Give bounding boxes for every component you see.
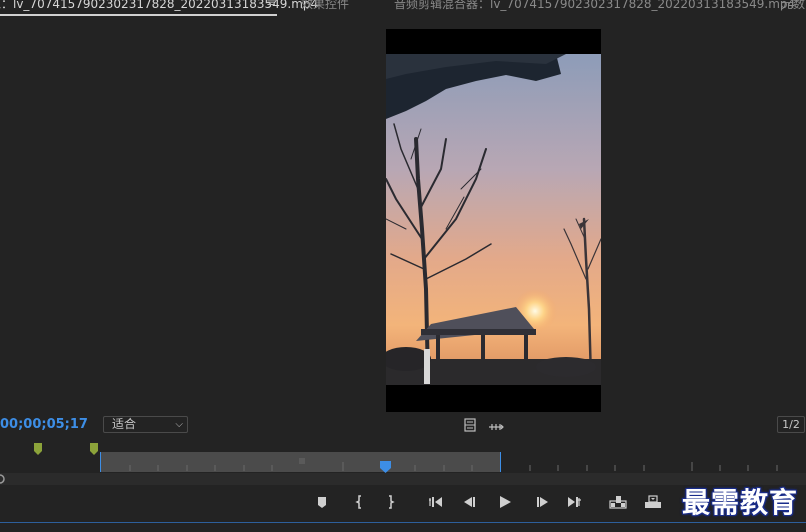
settings-film-icon[interactable] <box>464 417 476 436</box>
mark-out-button[interactable] <box>384 494 404 512</box>
resolution-indicator[interactable]: 1/2 <box>777 416 805 433</box>
mark-in-button[interactable] <box>352 494 372 512</box>
play-button[interactable] <box>497 494 517 512</box>
panel-menu-icon[interactable]: ≡ <box>266 0 276 9</box>
go-to-in-button[interactable] <box>427 494 447 512</box>
sunset-frame-image <box>386 29 601 412</box>
overwrite-button[interactable] <box>643 494 663 512</box>
insert-button[interactable] <box>608 494 628 512</box>
zoom-level-value: 适合 <box>112 417 137 431</box>
tab-metadata[interactable]: 元数 <box>781 0 805 12</box>
marker-icon[interactable] <box>90 440 98 459</box>
chevron-down-icon: ⌵ <box>175 419 183 430</box>
step-back-button[interactable] <box>462 494 482 512</box>
add-marker-button[interactable] <box>314 494 334 512</box>
in-out-range[interactable] <box>100 452 501 472</box>
drag-video-only-icon[interactable] <box>488 418 504 437</box>
panel-tab-bar: 源：lv_7074157902302317828_20220313183549.… <box>0 0 806 16</box>
active-tab-underline <box>0 14 277 16</box>
watermark-logo: 最需教育 <box>682 486 799 519</box>
go-to-out-button[interactable] <box>566 494 586 512</box>
playhead-timecode[interactable]: 00;00;05;17 <box>0 417 88 432</box>
tab-effect-controls[interactable]: 效果控件 <box>301 0 349 12</box>
panel-bottom-border <box>0 522 806 523</box>
step-forward-button[interactable] <box>534 494 554 512</box>
marker-icon[interactable] <box>34 440 42 459</box>
tab-audio-clip-mixer[interactable]: 音频剪辑混合器：lv_7074157902302317828_202203131… <box>394 0 795 12</box>
zoom-level-select[interactable]: 适合 ⌵ <box>103 416 188 433</box>
video-preview <box>386 29 601 412</box>
